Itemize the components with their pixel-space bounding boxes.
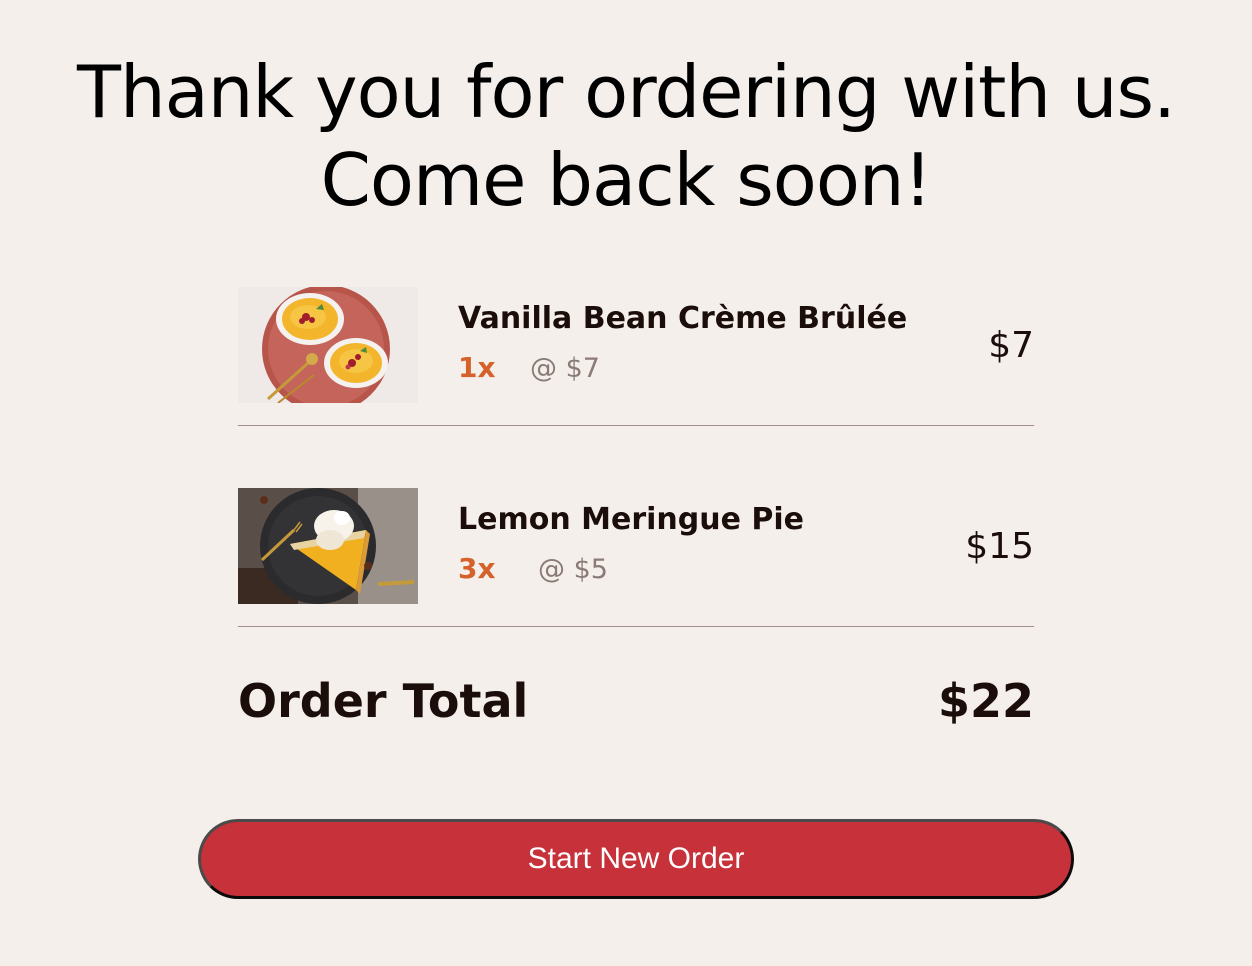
divider	[238, 425, 1034, 426]
item-name: Lemon Meringue Pie	[458, 502, 805, 537]
order-item: Vanilla Bean Crème Brûlée 1x @ $7 $7	[238, 287, 1034, 403]
creme-brulee-image	[238, 287, 418, 403]
item-name: Vanilla Bean Crème Brûlée	[458, 301, 908, 336]
order-total-value: $22	[937, 674, 1034, 728]
item-unit-price: @ $7	[530, 353, 600, 384]
come-back-line: Come back soon!	[320, 138, 933, 222]
item-price: $7	[988, 325, 1034, 366]
divider	[238, 626, 1034, 627]
thank-you-heading: Thank you for ordering with us. Come bac…	[0, 48, 1252, 224]
item-price: $15	[965, 526, 1034, 567]
item-unit-price: @ $5	[538, 554, 608, 585]
item-quantity: 1x	[458, 351, 496, 384]
start-new-order-button[interactable]: Start New Order	[198, 819, 1074, 899]
order-item: Lemon Meringue Pie 3x @ $5 $15	[238, 488, 1034, 604]
thank-you-line: Thank you for ordering with us.	[77, 50, 1176, 134]
lemon-meringue-pie-image	[238, 488, 418, 604]
order-total-label: Order Total	[238, 674, 529, 728]
item-quantity: 3x	[458, 552, 496, 585]
